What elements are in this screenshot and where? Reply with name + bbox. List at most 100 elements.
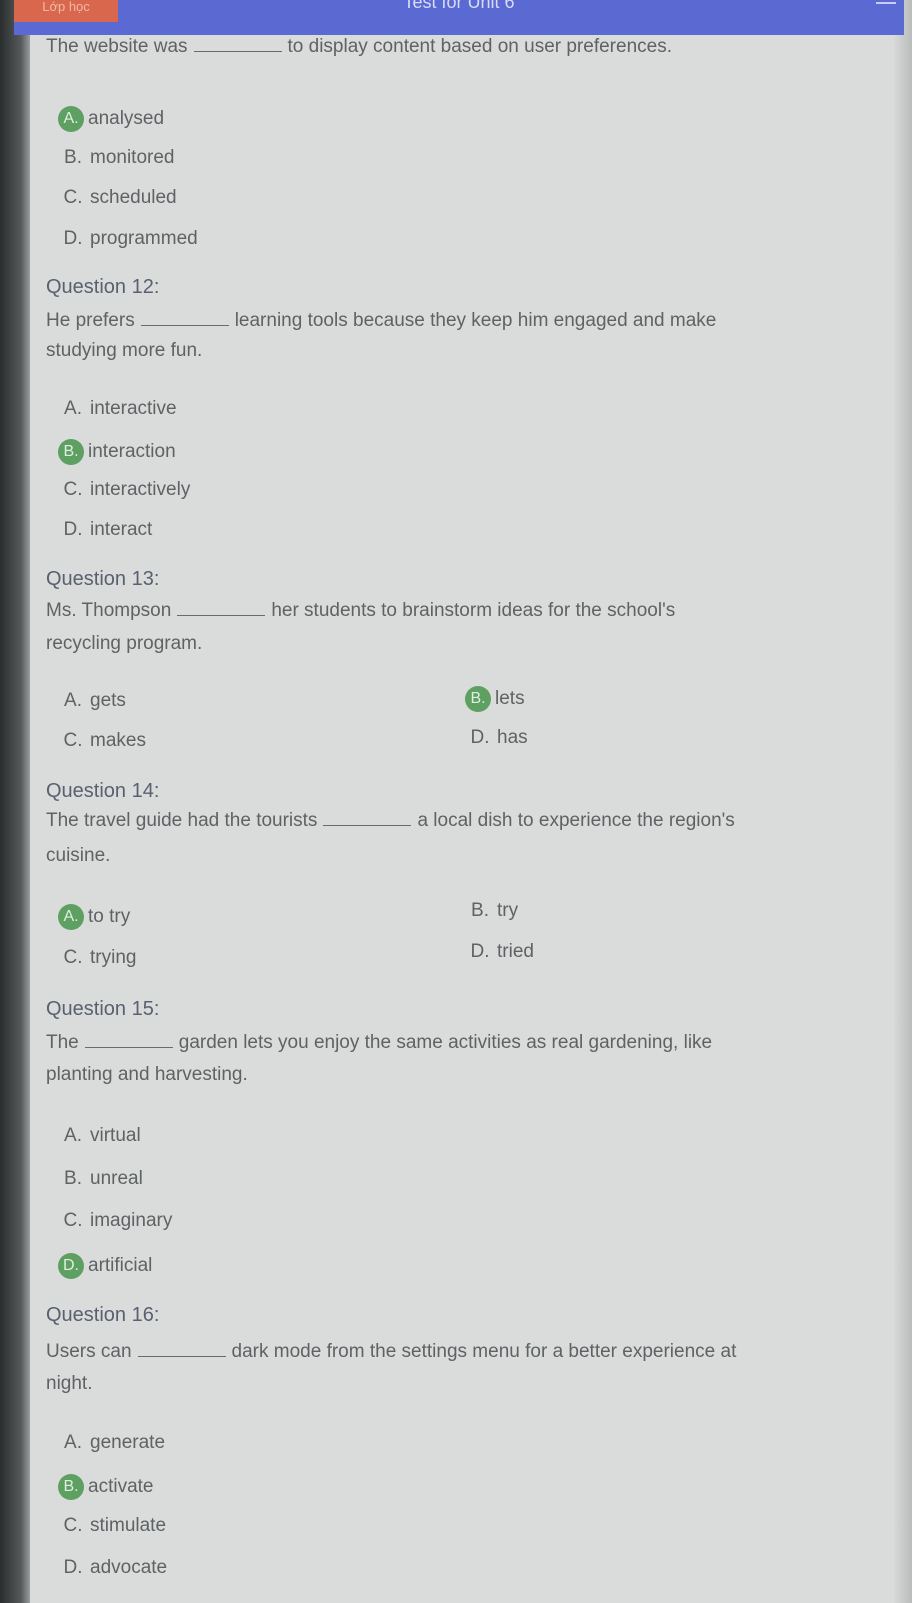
option-text: generate [90,1432,166,1453]
answer-option[interactable]: C. scheduled [58,187,177,209]
option-text: interactively [90,479,191,500]
selected-option-badge: B. [58,439,84,465]
question-text-line2: planting and harvesting. [46,1064,248,1085]
question-text: The garden lets you enjoy the same activi… [46,1032,712,1054]
selected-option-badge: A. [58,904,84,930]
answer-blank [177,615,266,616]
option-text: activate [88,1476,154,1497]
question-text-before: Ms. Thompson [46,600,172,621]
answer-option[interactable]: D. artificial [58,1253,152,1279]
question-text-before: The website was [46,36,188,57]
answer-option[interactable]: B. activate [58,1474,153,1500]
option-text: monitored [90,147,175,168]
question-label: Question 15: [46,998,160,1020]
question-text-line2: cuisine. [46,845,111,866]
option-letter: A. [64,690,82,711]
question-text-after: learning tools because they keep him eng… [234,310,717,331]
answer-option[interactable]: D. programmed [58,228,198,250]
answer-option[interactable]: A. gets [58,690,126,712]
answer-option[interactable]: A. analysed [58,106,164,132]
question-text-after: her students to brainstorm ideas for the… [271,600,676,621]
answer-option[interactable]: B. lets [465,686,525,712]
question-text-after: garden lets you enjoy the same activitie… [178,1032,713,1053]
question-text-line2: night. [46,1373,93,1394]
question-label: Question 13: [46,568,160,590]
question-text: Users can dark mode from the settings men… [46,1341,736,1363]
option-text: stimulate [90,1515,167,1536]
selected-option-badge: B. [465,686,491,712]
option-text: gets [90,690,126,711]
app-header: Test for Unit 6 [14,0,904,35]
answer-option[interactable]: D. has [465,727,528,749]
option-text: trying [90,947,137,968]
option-text: scheduled [90,187,177,208]
option-letter: C. [63,187,83,208]
option-text: try [497,900,519,921]
question-label: Question 12: [46,276,160,298]
option-text: lets [495,688,525,709]
question-text-before: The travel guide had the tourists [46,810,318,831]
question-text-after: to display content based on user prefere… [287,36,672,57]
answer-option[interactable]: A. virtual [58,1125,141,1147]
question-text: The travel guide had the tourists a local… [46,810,735,832]
menu-icon[interactable] [876,2,896,4]
option-letter: B. [471,900,489,921]
back-button[interactable]: Lớp học [14,0,118,22]
answer-option[interactable]: B. unreal [58,1168,143,1190]
answer-option[interactable]: A. to try [58,904,130,930]
answer-option[interactable]: D. interact [58,519,153,541]
option-text: interact [90,519,153,540]
answer-option[interactable]: C. stimulate [58,1515,167,1537]
answer-blank [193,51,282,52]
question-text-line2: studying more fun. [46,340,203,361]
option-letter: C. [63,1515,83,1536]
option-text: interaction [88,441,176,462]
option-text: advocate [90,1557,168,1578]
option-text: analysed [88,108,165,129]
option-letter: A. [64,398,82,419]
answer-option[interactable]: D. tried [465,941,534,963]
answer-option[interactable]: C. makes [58,730,146,752]
option-letter: B. [64,1168,82,1189]
option-letter: C. [63,730,83,751]
option-text: unreal [90,1168,143,1189]
option-text: has [497,727,528,748]
question-text: Ms. Thompson her students to brainstorm i… [46,600,675,622]
question-text-after: a local dish to experience the region's [417,810,735,831]
screen-edge [894,0,912,1603]
selected-option-badge: B. [58,1474,84,1500]
page-title: Test for Unit 6 [403,0,515,12]
question-text: The website was to display content based … [46,36,672,58]
answer-option[interactable]: C. imaginary [58,1210,173,1232]
option-text: artificial [88,1255,153,1276]
option-text: interactive [90,398,177,419]
option-text: to try [88,906,131,927]
question-label: Question 14: [46,780,160,802]
option-text: makes [90,730,146,751]
question-text-after: dark mode from the settings menu for a b… [231,1341,737,1362]
question-text-before: The [46,1032,79,1053]
selected-option-badge: D. [58,1253,84,1279]
answer-option[interactable]: A. interactive [58,398,177,420]
option-text: tried [497,941,534,962]
answer-option[interactable]: A. generate [58,1432,165,1454]
option-letter: D. [63,519,83,540]
question-label: Question 16: [46,1304,160,1326]
option-letter: C. [63,1210,83,1231]
answer-option[interactable]: B. interaction [58,439,176,465]
option-text: imaginary [90,1210,173,1231]
option-letter: A. [64,1125,82,1146]
answer-option[interactable]: D. advocate [58,1557,168,1579]
answer-option[interactable]: C. trying [58,947,137,969]
answer-option[interactable]: B. monitored [58,147,175,169]
option-text: virtual [90,1125,141,1146]
answer-blank [323,825,412,826]
answer-option[interactable]: B. try [465,900,518,922]
answer-blank [137,1356,226,1357]
option-letter: A. [64,1432,82,1453]
answer-option[interactable]: C. interactively [58,479,191,501]
screen-bezel [0,0,30,1603]
option-letter: B. [64,147,82,168]
option-letter: D. [63,228,83,249]
question-text-before: He prefers [46,310,135,331]
